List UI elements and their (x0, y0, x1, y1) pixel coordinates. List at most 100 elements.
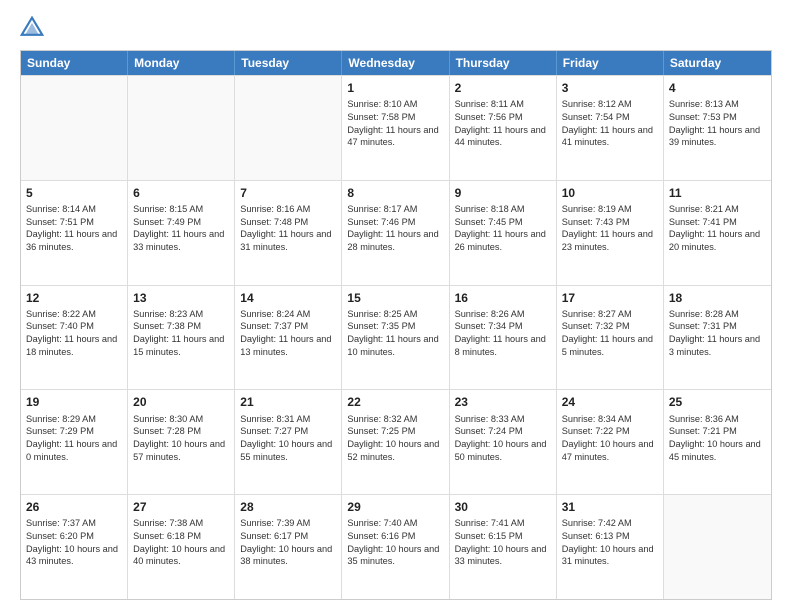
day-info: Sunrise: 8:10 AM Sunset: 7:58 PM Dayligh… (347, 98, 443, 149)
day-cell-2: 2 Sunrise: 8:11 AM Sunset: 7:56 PM Daylig… (450, 76, 557, 180)
day-number: 8 (347, 185, 443, 201)
day-info: Sunrise: 7:40 AM Sunset: 6:16 PM Dayligh… (347, 517, 443, 568)
col-header-monday: Monday (128, 51, 235, 75)
day-info: Sunrise: 8:14 AM Sunset: 7:51 PM Dayligh… (26, 203, 122, 254)
day-info: Sunrise: 8:29 AM Sunset: 7:29 PM Dayligh… (26, 413, 122, 464)
day-number: 22 (347, 394, 443, 410)
day-cell-5: 5 Sunrise: 8:14 AM Sunset: 7:51 PM Daylig… (21, 181, 128, 285)
day-cell-20: 20Sunrise: 8:30 AM Sunset: 7:28 PM Dayli… (128, 390, 235, 494)
empty-cell (128, 76, 235, 180)
day-number: 28 (240, 499, 336, 515)
day-cell-3: 3 Sunrise: 8:12 AM Sunset: 7:54 PM Daylig… (557, 76, 664, 180)
empty-cell (664, 495, 771, 599)
day-info: Sunrise: 8:21 AM Sunset: 7:41 PM Dayligh… (669, 203, 766, 254)
day-info: Sunrise: 8:23 AM Sunset: 7:38 PM Dayligh… (133, 308, 229, 359)
page: SundayMondayTuesdayWednesdayThursdayFrid… (0, 0, 792, 612)
col-header-sunday: Sunday (21, 51, 128, 75)
logo-icon (20, 16, 44, 40)
day-cell-11: 11Sunrise: 8:21 AM Sunset: 7:41 PM Dayli… (664, 181, 771, 285)
empty-cell (21, 76, 128, 180)
day-number: 5 (26, 185, 122, 201)
day-number: 15 (347, 290, 443, 306)
day-cell-15: 15Sunrise: 8:25 AM Sunset: 7:35 PM Dayli… (342, 286, 449, 390)
day-cell-23: 23 Sunrise: 8:33 AM Sunset: 7:24 PM Dayli… (450, 390, 557, 494)
day-number: 23 (455, 394, 551, 410)
day-cell-7: 7 Sunrise: 8:16 AM Sunset: 7:48 PM Daylig… (235, 181, 342, 285)
day-cell-16: 16 Sunrise: 8:26 AM Sunset: 7:34 PM Dayli… (450, 286, 557, 390)
day-info: Sunrise: 8:36 AM Sunset: 7:21 PM Dayligh… (669, 413, 766, 464)
day-number: 9 (455, 185, 551, 201)
day-number: 4 (669, 80, 766, 96)
day-number: 7 (240, 185, 336, 201)
day-info: Sunrise: 8:33 AM Sunset: 7:24 PM Dayligh… (455, 413, 551, 464)
day-cell-29: 29 Sunrise: 7:40 AM Sunset: 6:16 PM Dayli… (342, 495, 449, 599)
day-info: Sunrise: 8:19 AM Sunset: 7:43 PM Dayligh… (562, 203, 658, 254)
day-info: Sunrise: 8:17 AM Sunset: 7:46 PM Dayligh… (347, 203, 443, 254)
day-number: 14 (240, 290, 336, 306)
day-cell-10: 10 Sunrise: 8:19 AM Sunset: 7:43 PM Dayli… (557, 181, 664, 285)
header (20, 16, 772, 40)
day-info: Sunrise: 8:24 AM Sunset: 7:37 PM Dayligh… (240, 308, 336, 359)
day-number: 13 (133, 290, 229, 306)
day-number: 1 (347, 80, 443, 96)
day-number: 27 (133, 499, 229, 515)
day-cell-9: 9 Sunrise: 8:18 AM Sunset: 7:45 PM Daylig… (450, 181, 557, 285)
day-number: 10 (562, 185, 658, 201)
day-cell-14: 14 Sunrise: 8:24 AM Sunset: 7:37 PM Dayli… (235, 286, 342, 390)
calendar-week-3: 12Sunrise: 8:22 AM Sunset: 7:40 PM Dayli… (21, 285, 771, 390)
day-number: 31 (562, 499, 658, 515)
day-number: 2 (455, 80, 551, 96)
day-number: 29 (347, 499, 443, 515)
col-header-tuesday: Tuesday (235, 51, 342, 75)
day-number: 17 (562, 290, 658, 306)
col-header-friday: Friday (557, 51, 664, 75)
day-info: Sunrise: 7:39 AM Sunset: 6:17 PM Dayligh… (240, 517, 336, 568)
day-cell-28: 28 Sunrise: 7:39 AM Sunset: 6:17 PM Dayli… (235, 495, 342, 599)
day-number: 3 (562, 80, 658, 96)
day-cell-27: 27 Sunrise: 7:38 AM Sunset: 6:18 PM Dayli… (128, 495, 235, 599)
day-cell-22: 22 Sunrise: 8:32 AM Sunset: 7:25 PM Dayli… (342, 390, 449, 494)
calendar-week-4: 19 Sunrise: 8:29 AM Sunset: 7:29 PM Dayli… (21, 389, 771, 494)
day-info: Sunrise: 8:30 AM Sunset: 7:28 PM Dayligh… (133, 413, 229, 464)
day-info: Sunrise: 8:26 AM Sunset: 7:34 PM Dayligh… (455, 308, 551, 359)
day-number: 16 (455, 290, 551, 306)
day-number: 30 (455, 499, 551, 515)
day-info: Sunrise: 8:34 AM Sunset: 7:22 PM Dayligh… (562, 413, 658, 464)
day-info: Sunrise: 7:38 AM Sunset: 6:18 PM Dayligh… (133, 517, 229, 568)
day-info: Sunrise: 8:12 AM Sunset: 7:54 PM Dayligh… (562, 98, 658, 149)
day-info: Sunrise: 8:18 AM Sunset: 7:45 PM Dayligh… (455, 203, 551, 254)
day-number: 6 (133, 185, 229, 201)
day-cell-31: 31Sunrise: 7:42 AM Sunset: 6:13 PM Dayli… (557, 495, 664, 599)
day-number: 25 (669, 394, 766, 410)
calendar-body: 1 Sunrise: 8:10 AM Sunset: 7:58 PM Daylig… (21, 75, 771, 599)
day-info: Sunrise: 8:15 AM Sunset: 7:49 PM Dayligh… (133, 203, 229, 254)
day-info: Sunrise: 8:27 AM Sunset: 7:32 PM Dayligh… (562, 308, 658, 359)
day-number: 24 (562, 394, 658, 410)
day-cell-17: 17 Sunrise: 8:27 AM Sunset: 7:32 PM Dayli… (557, 286, 664, 390)
day-info: Sunrise: 8:28 AM Sunset: 7:31 PM Dayligh… (669, 308, 766, 359)
day-info: Sunrise: 8:16 AM Sunset: 7:48 PM Dayligh… (240, 203, 336, 254)
day-cell-30: 30Sunrise: 7:41 AM Sunset: 6:15 PM Dayli… (450, 495, 557, 599)
day-number: 12 (26, 290, 122, 306)
day-number: 18 (669, 290, 766, 306)
day-cell-6: 6 Sunrise: 8:15 AM Sunset: 7:49 PM Daylig… (128, 181, 235, 285)
col-header-saturday: Saturday (664, 51, 771, 75)
day-cell-24: 24 Sunrise: 8:34 AM Sunset: 7:22 PM Dayli… (557, 390, 664, 494)
day-cell-19: 19 Sunrise: 8:29 AM Sunset: 7:29 PM Dayli… (21, 390, 128, 494)
day-cell-1: 1 Sunrise: 8:10 AM Sunset: 7:58 PM Daylig… (342, 76, 449, 180)
day-cell-26: 26Sunrise: 7:37 AM Sunset: 6:20 PM Dayli… (21, 495, 128, 599)
day-number: 21 (240, 394, 336, 410)
day-cell-18: 18 Sunrise: 8:28 AM Sunset: 7:31 PM Dayli… (664, 286, 771, 390)
calendar-week-2: 5 Sunrise: 8:14 AM Sunset: 7:51 PM Daylig… (21, 180, 771, 285)
day-cell-21: 21Sunrise: 8:31 AM Sunset: 7:27 PM Dayli… (235, 390, 342, 494)
empty-cell (235, 76, 342, 180)
day-number: 19 (26, 394, 122, 410)
day-info: Sunrise: 8:13 AM Sunset: 7:53 PM Dayligh… (669, 98, 766, 149)
day-number: 26 (26, 499, 122, 515)
col-header-thursday: Thursday (450, 51, 557, 75)
calendar-week-5: 26Sunrise: 7:37 AM Sunset: 6:20 PM Dayli… (21, 494, 771, 599)
day-info: Sunrise: 8:11 AM Sunset: 7:56 PM Dayligh… (455, 98, 551, 149)
logo (20, 16, 48, 40)
day-cell-25: 25 Sunrise: 8:36 AM Sunset: 7:21 PM Dayli… (664, 390, 771, 494)
day-info: Sunrise: 8:32 AM Sunset: 7:25 PM Dayligh… (347, 413, 443, 464)
